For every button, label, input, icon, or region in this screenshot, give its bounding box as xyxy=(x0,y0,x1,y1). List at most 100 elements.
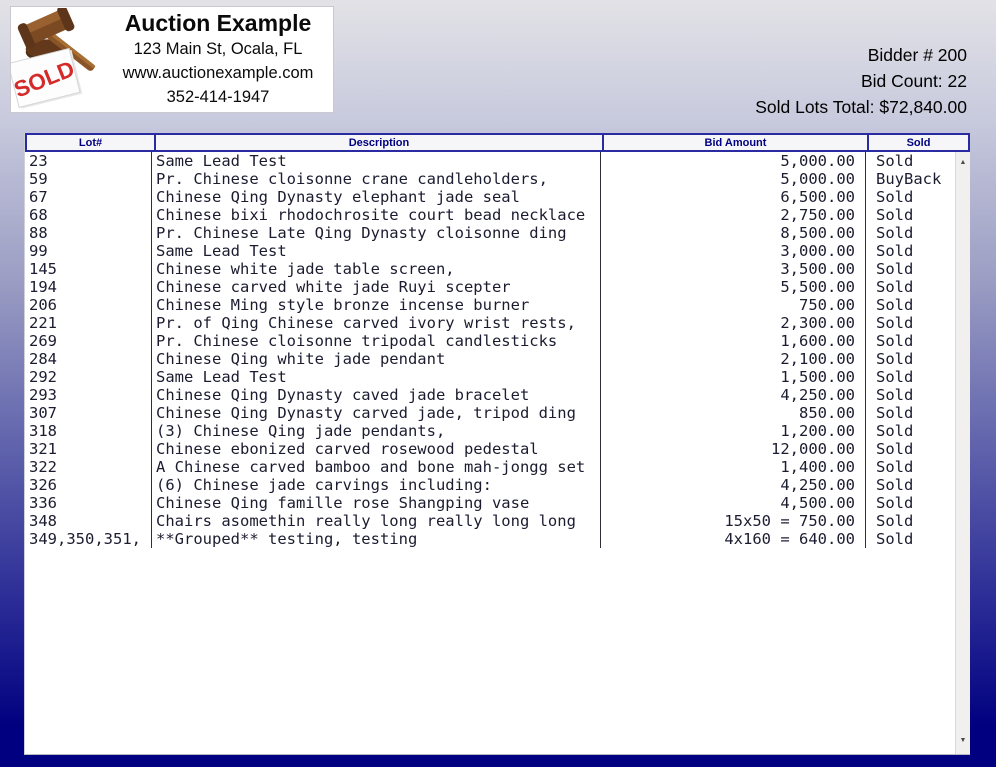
bid-count: Bid Count: 22 xyxy=(755,68,967,94)
description-cell: Same Lead Test xyxy=(152,242,601,260)
sold-lots-total: Sold Lots Total: $72,840.00 xyxy=(755,94,967,120)
description-cell: Chinese Qing Dynasty carved jade, tripod… xyxy=(152,404,601,422)
table-row[interactable]: 284Chinese Qing white jade pendant2,100.… xyxy=(25,350,955,368)
sold-status-cell: Sold xyxy=(866,332,955,350)
table-row[interactable]: 326(6) Chinese jade carvings including:4… xyxy=(25,476,955,494)
lot-cell: 194 xyxy=(25,278,152,296)
table-row[interactable]: 293Chinese Qing Dynasty caved jade brace… xyxy=(25,386,955,404)
column-header-sold[interactable]: Sold xyxy=(867,135,968,150)
column-header-lot[interactable]: Lot# xyxy=(27,135,154,150)
description-cell: Chinese ebonized carved rosewood pedesta… xyxy=(152,440,601,458)
company-name: Auction Example xyxy=(109,10,327,37)
description-cell: Chinese white jade table screen, xyxy=(152,260,601,278)
company-phone: 352-414-1947 xyxy=(109,85,327,109)
bid-amount-cell: 1,600.00 xyxy=(601,332,866,350)
description-cell: Chinese Qing famille rose Shangping vase xyxy=(152,494,601,512)
sold-status-cell: Sold xyxy=(866,278,955,296)
lot-cell: 221 xyxy=(25,314,152,332)
description-cell: Same Lead Test xyxy=(152,152,601,170)
bid-amount-cell: 2,100.00 xyxy=(601,350,866,368)
description-cell: Pr. Chinese cloisonne crane candleholder… xyxy=(152,170,601,188)
table-row[interactable]: 67Chinese Qing Dynasty elephant jade sea… xyxy=(25,188,955,206)
bid-amount-cell: 6,500.00 xyxy=(601,188,866,206)
table-row[interactable]: 194Chinese carved white jade Ruyi scepte… xyxy=(25,278,955,296)
table-row[interactable]: 318(3) Chinese Qing jade pendants,1,200.… xyxy=(25,422,955,440)
description-cell: Pr. Chinese cloisonne tripodal candlesti… xyxy=(152,332,601,350)
bid-amount-cell: 1,400.00 xyxy=(601,458,866,476)
sold-status-cell: Sold xyxy=(866,368,955,386)
table-row[interactable]: 88Pr. Chinese Late Qing Dynasty cloisonn… xyxy=(25,224,955,242)
lot-cell: 336 xyxy=(25,494,152,512)
lot-cell: 269 xyxy=(25,332,152,350)
description-cell: Chinese Qing white jade pendant xyxy=(152,350,601,368)
description-cell: Chinese carved white jade Ruyi scepter xyxy=(152,278,601,296)
table-row[interactable]: 269Pr. Chinese cloisonne tripodal candle… xyxy=(25,332,955,350)
table-row[interactable]: 145Chinese white jade table screen,3,500… xyxy=(25,260,955,278)
bid-amount-cell: 2,300.00 xyxy=(601,314,866,332)
scroll-up-icon[interactable]: ▲ xyxy=(956,158,970,168)
lot-cell: 206 xyxy=(25,296,152,314)
company-website: www.auctionexample.com xyxy=(109,61,327,85)
sold-status-cell: Sold xyxy=(866,296,955,314)
sold-status-cell: Sold xyxy=(866,386,955,404)
table-row[interactable]: 68Chinese bixi rhodochrosite court bead … xyxy=(25,206,955,224)
sold-status-cell: Sold xyxy=(866,440,955,458)
table-row[interactable]: 348Chairs asomethin really long really l… xyxy=(25,512,955,530)
sold-status-cell: Sold xyxy=(866,260,955,278)
sold-status-cell: Sold xyxy=(866,404,955,422)
vertical-scrollbar[interactable]: ▲ ▼ xyxy=(955,152,970,754)
sold-status-cell: Sold xyxy=(866,188,955,206)
description-cell: **Grouped** testing, testing xyxy=(152,530,601,548)
table-row[interactable]: 336Chinese Qing famille rose Shangping v… xyxy=(25,494,955,512)
description-cell: Chinese bixi rhodochrosite court bead ne… xyxy=(152,206,601,224)
bid-amount-cell: 850.00 xyxy=(601,404,866,422)
lot-cell: 59 xyxy=(25,170,152,188)
lot-cell: 67 xyxy=(25,188,152,206)
bid-amount-cell: 2,750.00 xyxy=(601,206,866,224)
gavel-sold-logo-icon: SOLD xyxy=(11,8,109,111)
lot-cell: 292 xyxy=(25,368,152,386)
lot-cell: 326 xyxy=(25,476,152,494)
lot-cell: 322 xyxy=(25,458,152,476)
bidder-number: Bidder # 200 xyxy=(755,42,967,68)
sold-status-cell: Sold xyxy=(866,206,955,224)
bid-amount-cell: 15x50 = 750.00 xyxy=(601,512,866,530)
bid-amount-cell: 750.00 xyxy=(601,296,866,314)
table-row[interactable]: 307Chinese Qing Dynasty carved jade, tri… xyxy=(25,404,955,422)
table-row[interactable]: 206Chinese Ming style bronze incense bur… xyxy=(25,296,955,314)
sold-status-cell: Sold xyxy=(866,494,955,512)
description-cell: Pr. of Qing Chinese carved ivory wrist r… xyxy=(152,314,601,332)
company-address: 123 Main St, Ocala, FL xyxy=(109,37,327,61)
table-row[interactable]: 221Pr. of Qing Chinese carved ivory wris… xyxy=(25,314,955,332)
column-header-description[interactable]: Description xyxy=(154,135,602,150)
lot-cell: 321 xyxy=(25,440,152,458)
sold-status-cell: Sold xyxy=(866,224,955,242)
sold-status-cell: Sold xyxy=(866,512,955,530)
sold-status-cell: BuyBack xyxy=(866,170,955,188)
description-cell: (6) Chinese jade carvings including: xyxy=(152,476,601,494)
lot-cell: 349,350,351, xyxy=(25,530,152,548)
company-info: Auction Example 123 Main St, Ocala, FL w… xyxy=(109,10,333,109)
sold-status-cell: Sold xyxy=(866,530,955,548)
lot-cell: 293 xyxy=(25,386,152,404)
description-cell: Same Lead Test xyxy=(152,368,601,386)
scroll-down-icon[interactable]: ▼ xyxy=(956,736,970,746)
column-header-bid-amount[interactable]: Bid Amount xyxy=(602,135,867,150)
sold-status-cell: Sold xyxy=(866,152,955,170)
bid-amount-cell: 3,000.00 xyxy=(601,242,866,260)
lot-cell: 68 xyxy=(25,206,152,224)
sold-status-cell: Sold xyxy=(866,458,955,476)
table-row[interactable]: 322A Chinese carved bamboo and bone mah-… xyxy=(25,458,955,476)
bid-amount-cell: 5,000.00 xyxy=(601,170,866,188)
table-row[interactable]: 99Same Lead Test3,000.00Sold xyxy=(25,242,955,260)
description-cell: Chinese Qing Dynasty caved jade bracelet xyxy=(152,386,601,404)
lot-cell: 99 xyxy=(25,242,152,260)
bid-amount-cell: 4,500.00 xyxy=(601,494,866,512)
table-row[interactable]: 59Pr. Chinese cloisonne crane candlehold… xyxy=(25,170,955,188)
bid-amount-cell: 4x160 = 640.00 xyxy=(601,530,866,548)
lots-grid: Lot# Description Bid Amount Sold 23Same … xyxy=(24,133,970,755)
table-row[interactable]: 349,350,351,**Grouped** testing, testing… xyxy=(25,530,955,548)
table-row[interactable]: 292Same Lead Test1,500.00Sold xyxy=(25,368,955,386)
table-row[interactable]: 23Same Lead Test5,000.00Sold xyxy=(25,152,955,170)
table-row[interactable]: 321Chinese ebonized carved rosewood pede… xyxy=(25,440,955,458)
